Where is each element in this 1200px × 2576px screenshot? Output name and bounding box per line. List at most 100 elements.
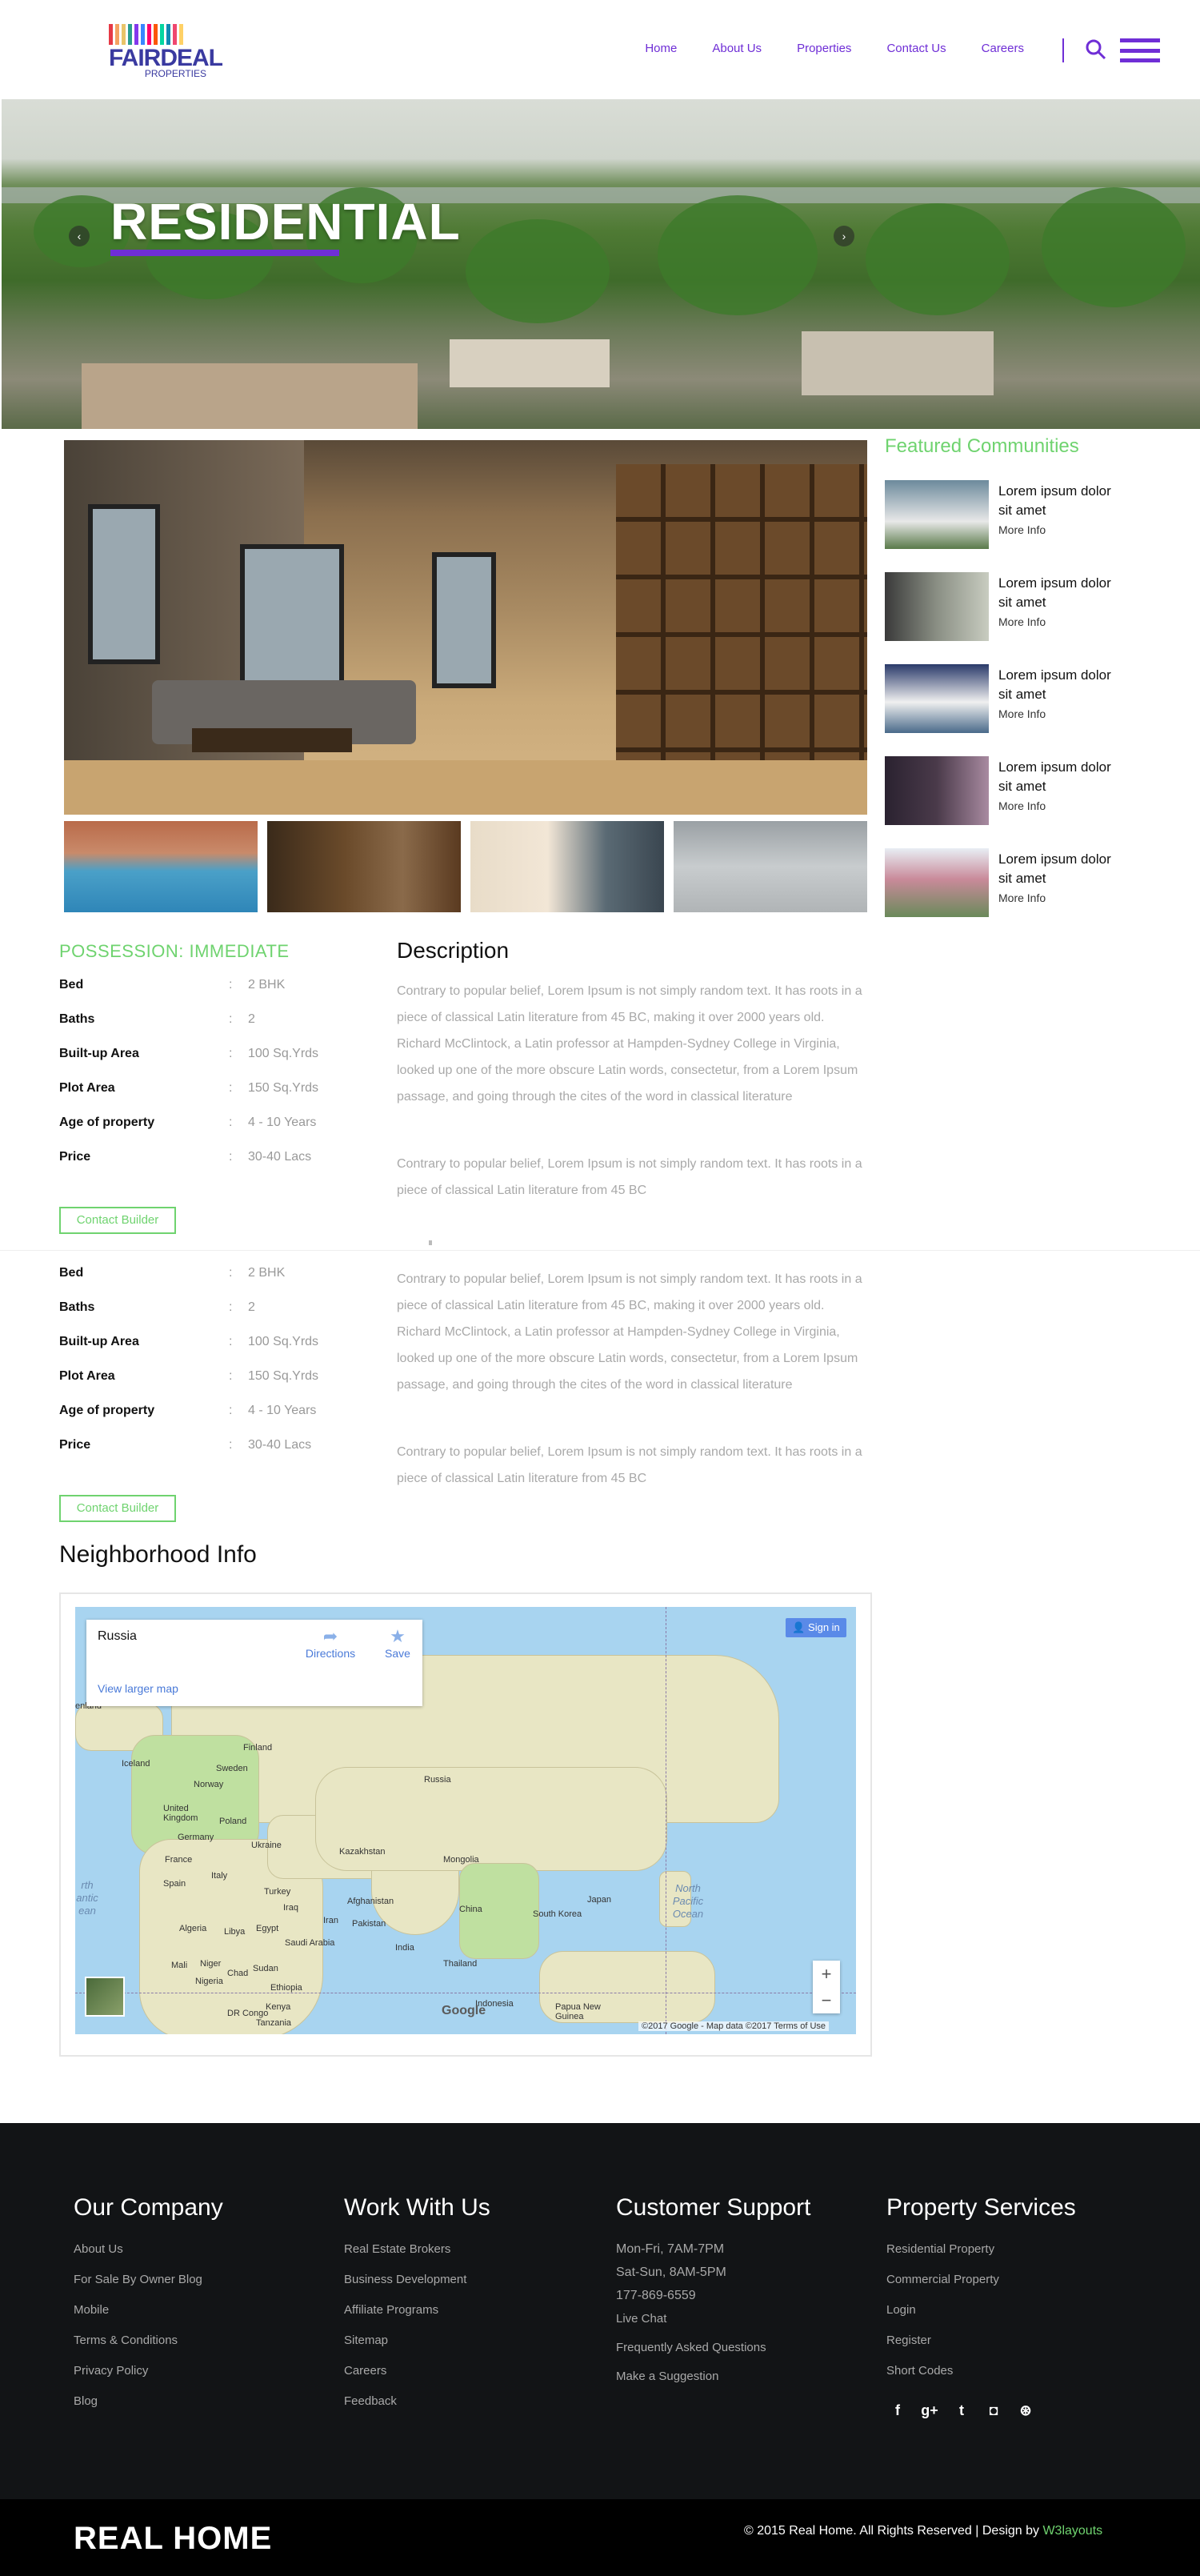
footer-link[interactable]: Register xyxy=(886,2334,1142,2347)
map-label: DR Congo xyxy=(227,2009,269,2018)
featured-item-image[interactable] xyxy=(885,480,989,549)
designer-link[interactable]: W3layouts xyxy=(1042,2524,1102,2538)
zoom-out-icon[interactable]: − xyxy=(813,1987,840,2013)
logo-bar xyxy=(173,24,177,45)
footer-link[interactable]: Short Codes xyxy=(886,2364,1142,2378)
footer-link[interactable]: Commercial Property xyxy=(886,2273,1142,2286)
featured-communities-title: Featured Communities xyxy=(885,435,1079,457)
thumbnail-living-room[interactable] xyxy=(267,821,461,912)
footer-link[interactable]: Terms & Conditions xyxy=(74,2334,330,2347)
footer-link[interactable]: Careers xyxy=(344,2364,600,2378)
zoom-in-icon[interactable]: + xyxy=(813,1961,840,1987)
thumbnail-pool[interactable] xyxy=(64,821,258,912)
map-label: Chad xyxy=(227,1969,249,1978)
hamburger-menu-icon[interactable] xyxy=(1120,38,1160,62)
featured-item-title[interactable]: Lorem ipsum dolor sit amet xyxy=(998,758,1126,796)
google-plus-icon[interactable]: g+ xyxy=(920,2401,939,2420)
footer-link[interactable]: Blog xyxy=(74,2394,330,2408)
footer-link[interactable]: Mobile xyxy=(74,2303,330,2317)
directions-button[interactable]: ➦ Directions xyxy=(302,1626,358,1660)
featured-item[interactable]: Lorem ipsum dolor sit amet More Info xyxy=(885,848,1125,920)
featured-item-image[interactable] xyxy=(885,756,989,825)
ocean-label: North Pacific Ocean xyxy=(672,1882,704,1920)
detail-value: 30-40 Lacs xyxy=(248,1438,312,1452)
footer-link[interactable]: Feedback xyxy=(344,2394,600,2408)
footer-brand[interactable]: REAL HOME xyxy=(74,2521,272,2557)
footer-work-with-us: Work With Us Real Estate Brokers Busines… xyxy=(344,2194,600,2425)
site-header: FAIRDEAL PROPERTIES Home About Us Proper… xyxy=(0,0,1200,99)
property-image-slider[interactable] xyxy=(64,440,867,815)
view-larger-map-link[interactable]: View larger map xyxy=(98,1682,178,1695)
logo[interactable]: FAIRDEAL PROPERTIES xyxy=(109,24,223,82)
featured-item-title[interactable]: Lorem ipsum dolor sit amet xyxy=(998,850,1126,888)
slider-prev-icon[interactable]: ‹ xyxy=(69,226,90,246)
contact-builder-button[interactable]: Contact Builder xyxy=(59,1495,176,1522)
thumbnail-kitchen[interactable] xyxy=(674,821,867,912)
contact-builder-button[interactable]: Contact Builder xyxy=(59,1207,176,1234)
featured-item-image[interactable] xyxy=(885,848,989,917)
featured-item[interactable]: Lorem ipsum dolor sit amet More Info xyxy=(885,756,1125,828)
featured-item-more[interactable]: More Info xyxy=(998,523,1046,536)
dribbble-icon[interactable]: ⊛ xyxy=(1016,2401,1035,2420)
footer-link[interactable]: Business Development xyxy=(344,2273,600,2286)
save-label: Save xyxy=(385,1647,410,1660)
search-icon[interactable] xyxy=(1085,38,1107,61)
logo-bar xyxy=(166,24,170,45)
instagram-icon[interactable]: ◘ xyxy=(984,2401,1003,2420)
satellite-toggle[interactable] xyxy=(85,1977,125,2017)
footer-heading: Work With Us xyxy=(344,2194,490,2221)
footer-link[interactable]: For Sale By Owner Blog xyxy=(74,2273,330,2286)
detail-label: Price xyxy=(59,1438,91,1452)
directions-icon: ➦ xyxy=(322,1626,338,1646)
nav-home[interactable]: Home xyxy=(645,42,677,55)
detail-value: 100 Sq.Yrds xyxy=(248,1047,319,1060)
footer-link[interactable]: Sitemap xyxy=(344,2334,600,2347)
footer-heading: Property Services xyxy=(886,2194,1076,2221)
footer-link[interactable]: Privacy Policy xyxy=(74,2364,330,2378)
footer-link[interactable]: About Us xyxy=(74,2242,330,2256)
footer-link[interactable]: Frequently Asked Questions xyxy=(616,2341,872,2354)
detail-row: Bed:2 BHK xyxy=(59,1266,286,1280)
nav-properties[interactable]: Properties xyxy=(797,42,851,55)
slider-next-icon[interactable]: › xyxy=(834,226,854,246)
neighborhood-title: Neighborhood Info xyxy=(59,1541,257,1568)
copyright-label: © 2015 Real Home. All Rights Reserved | … xyxy=(744,2524,1043,2538)
footer-link[interactable]: Real Estate Brokers xyxy=(344,2242,600,2256)
featured-item-title[interactable]: Lorem ipsum dolor sit amet xyxy=(998,574,1126,612)
footer-link[interactable]: Affiliate Programs xyxy=(344,2303,600,2317)
nav-careers[interactable]: Careers xyxy=(982,42,1024,55)
footer-link[interactable]: Make a Suggestion xyxy=(616,2370,872,2383)
featured-item-image[interactable] xyxy=(885,664,989,733)
map-label: Sweden xyxy=(216,1764,248,1773)
featured-item-title[interactable]: Lorem ipsum dolor sit amet xyxy=(998,482,1126,520)
featured-item-image[interactable] xyxy=(885,572,989,641)
featured-item[interactable]: Lorem ipsum dolor sit amet More Info xyxy=(885,664,1125,736)
overlap-artifact xyxy=(429,1240,432,1245)
detail-value: 2 xyxy=(248,1300,255,1314)
logo-bar xyxy=(109,24,113,45)
nav-about-us[interactable]: About Us xyxy=(712,42,762,55)
map-attribution[interactable]: ©2017 Google - Map data ©2017 Terms of U… xyxy=(638,2021,830,2031)
thumbnail-bathroom[interactable] xyxy=(470,821,664,912)
featured-item-more[interactable]: More Info xyxy=(998,799,1046,812)
logo-bar xyxy=(179,24,183,45)
featured-item-more[interactable]: More Info xyxy=(998,707,1046,720)
footer-link[interactable]: Live Chat xyxy=(616,2312,872,2326)
twitter-icon[interactable]: t xyxy=(952,2401,971,2420)
map-sign-in-button[interactable]: 👤 Sign in xyxy=(786,1618,846,1637)
facebook-icon[interactable]: f xyxy=(888,2401,907,2420)
featured-item-title[interactable]: Lorem ipsum dolor sit amet xyxy=(998,666,1126,704)
footer-link[interactable]: Login xyxy=(886,2303,1142,2317)
featured-item-more[interactable]: More Info xyxy=(998,615,1046,628)
featured-item-more[interactable]: More Info xyxy=(998,891,1046,904)
support-phone[interactable]: 177-869-6559 xyxy=(616,2289,872,2303)
social-links: f g+ t ◘ ⊛ xyxy=(888,2401,1035,2420)
detail-row: Baths:2 xyxy=(59,1300,255,1314)
map-label: Iceland xyxy=(122,1759,150,1769)
featured-item[interactable]: Lorem ipsum dolor sit amet More Info xyxy=(885,480,1125,552)
featured-item[interactable]: Lorem ipsum dolor sit amet More Info xyxy=(885,572,1125,644)
save-button[interactable]: ★ Save xyxy=(378,1626,418,1660)
nav-contact-us[interactable]: Contact Us xyxy=(886,42,946,55)
map-label: France xyxy=(165,1855,193,1865)
footer-link[interactable]: Residential Property xyxy=(886,2242,1142,2256)
